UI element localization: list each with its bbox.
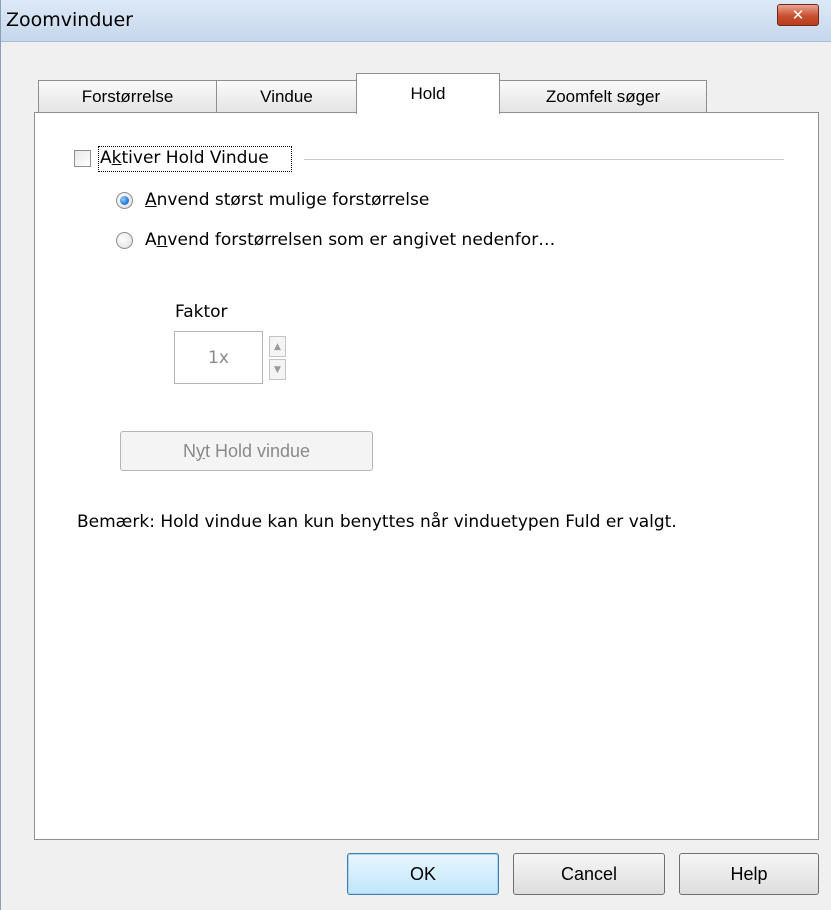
chevron-up-icon: ▲ (274, 341, 281, 352)
tab-forstorrelse[interactable]: Forstørrelse (38, 80, 217, 113)
factor-up-button[interactable]: ▲ (269, 336, 286, 357)
radio-largest-magnification-label[interactable]: Anvend størst mulige forstørrelse (145, 190, 429, 210)
tab-zoomfelt-soger[interactable]: Zoomfelt søger (499, 80, 707, 113)
factor-input[interactable]: 1x (174, 331, 263, 384)
help-label: Help (730, 863, 768, 884)
note-text: Bemærk: Hold vindue kan kun benyttes når… (77, 512, 677, 532)
cancel-label: Cancel (560, 863, 618, 884)
factor-down-button[interactable]: ▼ (269, 359, 286, 380)
tab-label: Zoomfelt søger (545, 87, 661, 106)
cancel-button[interactable]: Cancel (513, 853, 665, 895)
tab-hold[interactable]: Hold (356, 73, 500, 114)
factor-label: Faktor (175, 302, 228, 322)
hold-tab-panel (34, 112, 819, 840)
help-button[interactable]: Help (679, 853, 819, 895)
radio-largest-magnification[interactable] (116, 192, 133, 209)
radio-specified-magnification[interactable] (116, 232, 133, 249)
enable-hold-window-checkbox[interactable] (74, 150, 91, 167)
window-title: Zoomvinduer (6, 9, 133, 31)
ok-button[interactable]: OK (347, 853, 499, 895)
enable-hold-window-label[interactable]: Aktiver Hold Vindue (100, 148, 269, 168)
zoom-windows-dialog: Zoomvinduer ✕ Forstørrelse Vindue Hold Z… (0, 0, 831, 910)
title-bar: Zoomvinduer ✕ (1, 0, 831, 42)
close-button[interactable]: ✕ (777, 4, 819, 26)
tab-vindue[interactable]: Vindue (216, 80, 357, 113)
ok-label: OK (409, 863, 436, 884)
group-separator (304, 159, 784, 160)
factor-value: 1x (208, 347, 229, 368)
tab-label: Forstørrelse (81, 87, 174, 106)
radio-specified-magnification-label[interactable]: Anvend forstørrelsen som er angivet nede… (145, 230, 555, 250)
new-hold-window-button[interactable]: Nyt Hold vindue (120, 431, 373, 471)
tab-label: Vindue (260, 87, 313, 106)
new-hold-window-label: Nyt Hold vindue (182, 440, 311, 461)
close-icon: ✕ (791, 6, 805, 24)
tab-label: Hold (410, 84, 446, 103)
chevron-down-icon: ▼ (274, 364, 281, 375)
